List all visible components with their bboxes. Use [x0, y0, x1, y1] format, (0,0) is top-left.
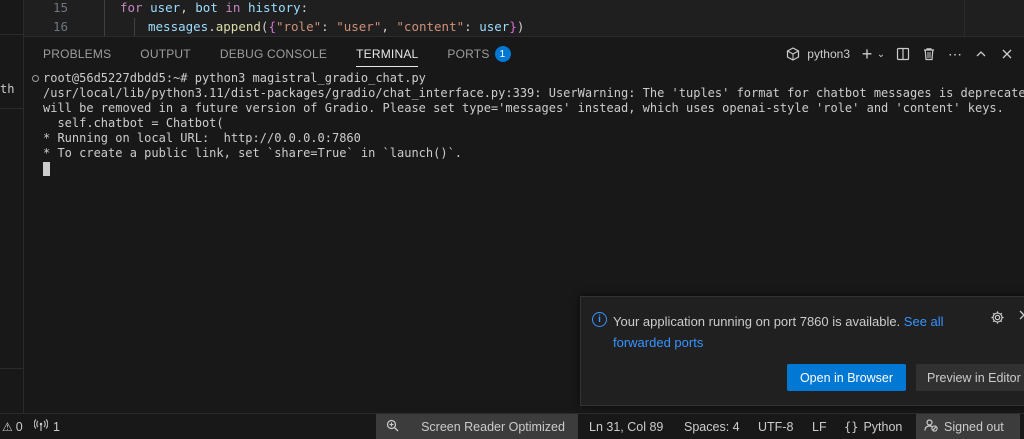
- screen-reader-status[interactable]: Screen Reader Optimized: [408, 414, 578, 439]
- warning-icon: ⚠: [2, 419, 13, 434]
- notification-text: Your application running on port 7860 is…: [613, 314, 901, 329]
- tab-debug-console[interactable]: DEBUG CONSOLE: [220, 37, 327, 71]
- eol-status[interactable]: LF: [812, 414, 827, 439]
- split-icon[interactable]: [894, 45, 912, 63]
- ports-count: 1: [53, 419, 60, 434]
- ports-status[interactable]: 1: [33, 414, 60, 439]
- indentation-status[interactable]: Spaces: 4: [684, 414, 740, 439]
- gear-icon[interactable]: [990, 310, 1005, 329]
- panel-actions: python3 + ⌄ ⋯: [784, 37, 1016, 71]
- port-forward-notification: i Your application running on port 7860 …: [580, 296, 1024, 406]
- cursor-position-status[interactable]: Ln 31, Col 89: [589, 414, 663, 439]
- trash-icon[interactable]: [920, 45, 938, 63]
- terminal-line: will be removed in a future version of G…: [43, 101, 1004, 115]
- tab-label: PROBLEMS: [43, 47, 112, 61]
- zoom-status[interactable]: [376, 414, 408, 439]
- sidebar-divider: [0, 108, 24, 109]
- language-label: Python: [863, 419, 903, 434]
- line-number: 15: [52, 0, 68, 15]
- notification-close-icon[interactable]: [1018, 308, 1024, 325]
- zoom-icon: [386, 419, 399, 435]
- command-decoration-icon[interactable]: [32, 75, 39, 82]
- terminal-cursor: [43, 162, 50, 176]
- ports-count-badge: 1: [494, 46, 511, 62]
- plus-icon[interactable]: +: [858, 44, 876, 64]
- account-status[interactable]: Signed out: [916, 414, 1020, 439]
- account-label: Signed out: [944, 419, 1004, 434]
- ellipsis-icon[interactable]: ⋯: [946, 45, 964, 63]
- line-number: 16: [52, 18, 68, 34]
- status-bar: ⚠ 0 1 Screen Reader Optimized Ln 31, Col…: [0, 413, 1024, 439]
- info-icon: i: [592, 312, 607, 327]
- code-line[interactable]: 16 messages.append({"role": "user", "con…: [24, 17, 524, 35]
- tab-label: PORTS: [447, 47, 490, 61]
- tab-terminal[interactable]: TERMINAL: [356, 37, 419, 71]
- tab-label: DEBUG CONSOLE: [219, 47, 328, 61]
- code-line[interactable]: 15 for user, bot in history:: [24, 0, 308, 16]
- terminal-line: root@56d5227dbdd5:~# python3 magistral_g…: [43, 71, 426, 85]
- notification-message: Your application running on port 7860 is…: [613, 311, 983, 353]
- tab-label: OUTPUT: [140, 47, 191, 61]
- antenna-icon: [33, 419, 49, 434]
- errors-count: 0: [15, 419, 23, 434]
- encoding-status[interactable]: UTF-8: [758, 414, 793, 439]
- language-status[interactable]: {} Python: [844, 414, 902, 439]
- tab-label: TERMINAL: [356, 47, 419, 61]
- chevron-up-icon[interactable]: [972, 45, 990, 63]
- braces-icon: {}: [844, 419, 859, 434]
- panel-tabs: PROBLEMS OUTPUT DEBUG CONSOLE TERMINAL P…: [24, 37, 521, 71]
- tab-problems[interactable]: PROBLEMS: [43, 37, 111, 71]
- account-icon: [924, 418, 938, 435]
- terminal-selector[interactable]: python3: [784, 45, 850, 63]
- tab-output[interactable]: OUTPUT: [140, 37, 191, 71]
- problems-status[interactable]: ⚠ 0: [2, 414, 23, 439]
- terminal-icon: [784, 45, 802, 63]
- close-icon[interactable]: [998, 45, 1016, 63]
- terminal-line: * To create a public link, set `share=Tr…: [43, 146, 463, 160]
- code-text: messages.append({"role": "user", "conten…: [148, 18, 525, 34]
- preview-in-editor-button[interactable]: Preview in Editor: [916, 364, 1024, 391]
- minimap-edge: [964, 0, 965, 36]
- chevron-down-icon[interactable]: ⌄: [876, 45, 886, 63]
- sidebar-divider: [0, 368, 24, 369]
- terminal-line: /usr/local/lib/python3.11/dist-packages/…: [43, 86, 1024, 100]
- sidebar-text-fragment: th: [0, 82, 15, 96]
- terminal-line: * Running on local URL: http://0.0.0.0:7…: [43, 131, 361, 145]
- open-in-browser-button[interactable]: Open in Browser: [787, 364, 906, 391]
- terminal-name: python3: [807, 47, 850, 61]
- terminal-line: self.chatbot = Chatbot(: [43, 116, 224, 130]
- tab-ports[interactable]: PORTS 1: [447, 37, 511, 71]
- left-sidebar-edge: th: [0, 0, 24, 413]
- code-text: for user, bot in history:: [120, 0, 309, 15]
- sidebar-divider: [0, 34, 24, 35]
- code-editor[interactable]: 15 for user, bot in history: 16 messages…: [24, 0, 1024, 36]
